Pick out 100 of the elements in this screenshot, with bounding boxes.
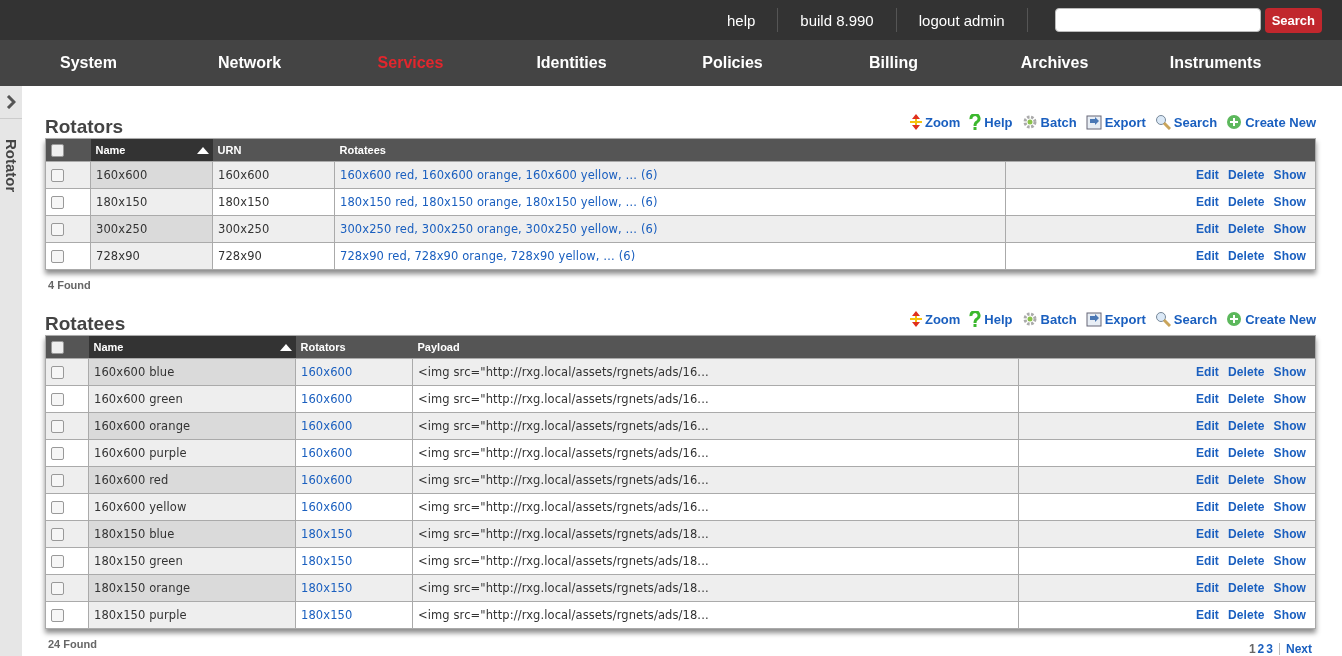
- toolbar-link[interactable]: Help: [969, 311, 1013, 327]
- toolbar-link[interactable]: Create New: [1226, 114, 1316, 130]
- column-header[interactable]: Name: [88, 335, 296, 359]
- row-action-link[interactable]: Show: [1273, 473, 1306, 487]
- row-action-link[interactable]: Delete: [1227, 222, 1265, 236]
- row-action-link[interactable]: Edit: [1195, 392, 1219, 406]
- toolbar-link[interactable]: Search: [1154, 114, 1218, 130]
- row-action-link[interactable]: Edit: [1195, 168, 1219, 182]
- row-action-link[interactable]: Edit: [1195, 419, 1219, 433]
- cell-link[interactable]: 160x600: [295, 493, 413, 521]
- row-checkbox[interactable]: [51, 582, 64, 595]
- row-action-link[interactable]: Show: [1273, 365, 1306, 379]
- cell-link[interactable]: 160x600: [295, 385, 413, 413]
- column-header[interactable]: Rotators: [295, 335, 413, 359]
- row-action-link[interactable]: Edit: [1195, 195, 1219, 209]
- column-header[interactable]: URN: [212, 138, 335, 162]
- row-action-link[interactable]: Edit: [1195, 222, 1219, 236]
- row-action-link[interactable]: Show: [1273, 419, 1306, 433]
- cell-link[interactable]: 160x600: [295, 466, 413, 494]
- row-action-link[interactable]: Show: [1273, 446, 1306, 460]
- column-header[interactable]: Rotatees: [334, 138, 1006, 162]
- toolbar-link[interactable]: Export: [1085, 114, 1146, 130]
- row-action-link[interactable]: Show: [1273, 249, 1306, 263]
- row-action-link[interactable]: Edit: [1195, 608, 1219, 622]
- toolbar-link[interactable]: Search: [1154, 311, 1218, 327]
- row-action-link[interactable]: Edit: [1195, 527, 1219, 541]
- column-header[interactable]: Payload: [412, 335, 1019, 359]
- toolbar-link[interactable]: Batch: [1021, 114, 1077, 130]
- cell-link[interactable]: 160x600: [295, 358, 413, 386]
- row-action-link[interactable]: Show: [1273, 554, 1306, 568]
- row-action-link[interactable]: Delete: [1227, 419, 1265, 433]
- search-field[interactable]: [1054, 8, 1261, 32]
- row-action-link[interactable]: Delete: [1227, 527, 1265, 541]
- row-action-link[interactable]: Delete: [1227, 249, 1265, 263]
- row-action-link[interactable]: Show: [1273, 527, 1306, 541]
- row-action-link[interactable]: Delete: [1227, 581, 1265, 595]
- row-action-link[interactable]: Show: [1273, 168, 1306, 182]
- cell-link[interactable]: 180x150 red, 180x150 orange, 180x150 yellow, … (6): [334, 188, 1006, 216]
- row-checkbox[interactable]: [51, 501, 64, 514]
- top-link[interactable]: logout admin: [896, 11, 1027, 29]
- row-checkbox[interactable]: [51, 393, 64, 406]
- next-page-link[interactable]: Next: [1286, 642, 1312, 656]
- row-checkbox[interactable]: [51, 420, 64, 433]
- row-checkbox[interactable]: [51, 366, 64, 379]
- sidebar-tab[interactable]: Rotator: [2, 139, 20, 193]
- select-all-checkbox[interactable]: [51, 143, 64, 157]
- row-action-link[interactable]: Show: [1273, 195, 1306, 209]
- row-action-link[interactable]: Edit: [1195, 500, 1219, 514]
- row-action-link[interactable]: Delete: [1227, 608, 1265, 622]
- row-action-link[interactable]: Edit: [1195, 473, 1219, 487]
- row-action-link[interactable]: Show: [1273, 392, 1306, 406]
- top-link[interactable]: build 8.990: [778, 11, 896, 29]
- row-action-link[interactable]: Edit: [1195, 581, 1219, 595]
- row-action-link[interactable]: Delete: [1227, 446, 1265, 460]
- row-action-link[interactable]: Delete: [1227, 473, 1265, 487]
- cell-link[interactable]: 160x600 red, 160x600 orange, 160x600 yellow, … (6): [334, 161, 1006, 189]
- row-action-link[interactable]: Delete: [1227, 365, 1265, 379]
- row-action-link[interactable]: Delete: [1227, 195, 1265, 209]
- row-action-link[interactable]: Edit: [1195, 446, 1219, 460]
- page-link[interactable]: 3: [1266, 642, 1273, 656]
- row-checkbox[interactable]: [51, 250, 64, 263]
- top-link[interactable]: help: [704, 11, 778, 29]
- toolbar-link[interactable]: Zoom: [909, 311, 961, 327]
- row-action-link[interactable]: Delete: [1227, 168, 1265, 182]
- toolbar-link[interactable]: Batch: [1021, 311, 1077, 327]
- toolbar-link[interactable]: Create New: [1226, 311, 1316, 327]
- row-action-link[interactable]: Show: [1273, 608, 1306, 622]
- nav-tab[interactable]: Policies: [652, 54, 813, 72]
- row-checkbox[interactable]: [51, 447, 64, 460]
- page-link[interactable]: 1: [1248, 642, 1256, 656]
- row-action-link[interactable]: Edit: [1195, 365, 1219, 379]
- row-action-link[interactable]: Delete: [1227, 554, 1265, 568]
- nav-tab[interactable]: Archives: [974, 54, 1135, 72]
- cell-link[interactable]: 180x150: [295, 601, 413, 629]
- nav-tab[interactable]: Network: [169, 54, 330, 72]
- row-action-link[interactable]: Show: [1273, 500, 1306, 514]
- row-checkbox[interactable]: [51, 528, 64, 541]
- toolbar-link[interactable]: Zoom: [909, 114, 961, 130]
- cell-link[interactable]: 728x90 red, 728x90 orange, 728x90 yellow, … (6): [334, 242, 1006, 270]
- cell-link[interactable]: 160x600: [295, 439, 413, 467]
- chevron-right-icon[interactable]: [6, 95, 16, 109]
- row-checkbox[interactable]: [51, 169, 64, 182]
- row-checkbox[interactable]: [51, 474, 64, 487]
- cell-link[interactable]: 300x250 red, 300x250 orange, 300x250 yellow, … (6): [334, 215, 1006, 243]
- row-action-link[interactable]: Edit: [1195, 554, 1219, 568]
- cell-link[interactable]: 180x150: [295, 520, 413, 548]
- cell-link[interactable]: 180x150: [295, 574, 413, 602]
- row-action-link[interactable]: Show: [1273, 581, 1306, 595]
- row-checkbox[interactable]: [51, 555, 64, 568]
- toolbar-link[interactable]: Help: [969, 114, 1013, 130]
- nav-tab[interactable]: Instruments: [1135, 54, 1296, 72]
- row-action-link[interactable]: Delete: [1227, 392, 1265, 406]
- row-checkbox[interactable]: [51, 609, 64, 622]
- nav-tab[interactable]: Identities: [491, 54, 652, 72]
- row-action-link[interactable]: Edit: [1195, 249, 1219, 263]
- row-action-link[interactable]: Delete: [1227, 500, 1265, 514]
- row-checkbox[interactable]: [51, 223, 64, 236]
- select-all-checkbox[interactable]: [51, 340, 64, 354]
- row-checkbox[interactable]: [51, 196, 64, 209]
- toolbar-link[interactable]: Export: [1085, 311, 1146, 327]
